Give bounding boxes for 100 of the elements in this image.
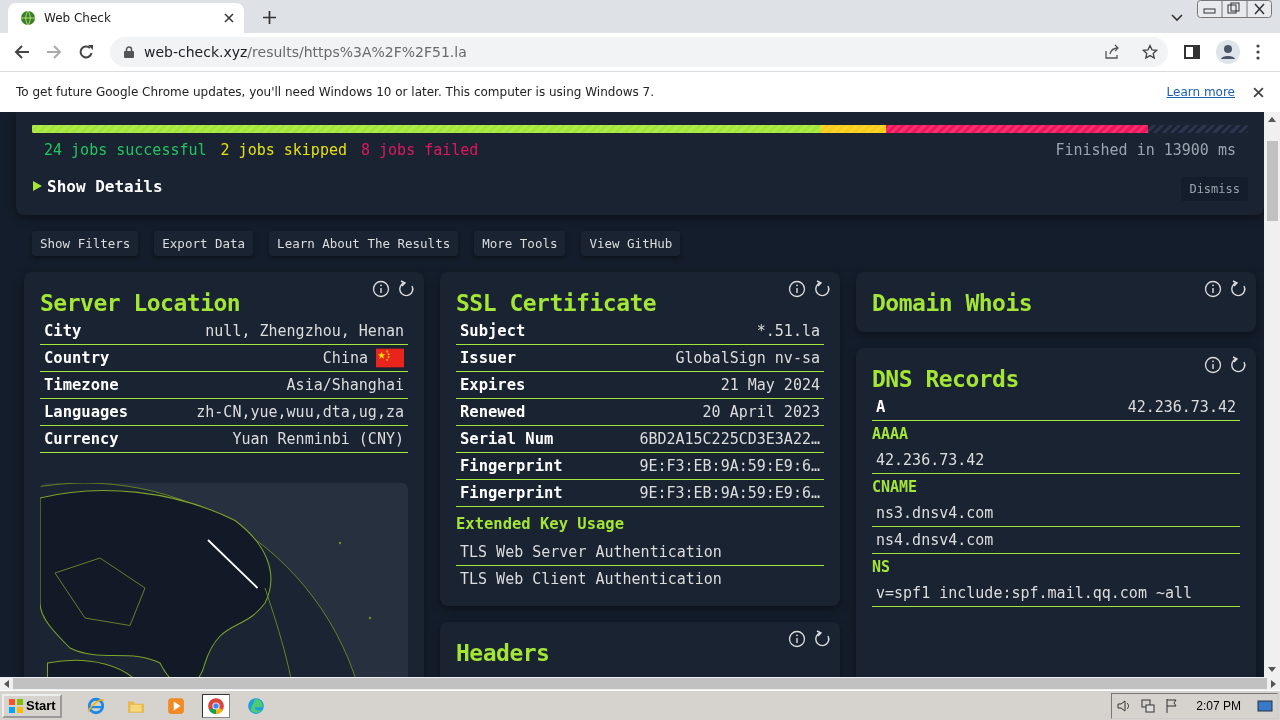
record-value: v=spf1 include:spf.mail.qq.com ~all [876, 584, 1193, 602]
reload-icon[interactable] [78, 44, 94, 60]
window-controls[interactable] [1197, 0, 1272, 18]
info-icon[interactable] [788, 280, 806, 298]
dismiss-button[interactable]: Dismiss [1181, 177, 1248, 201]
plus-icon[interactable] [263, 11, 276, 24]
record-value: ns3.dnsv4.com [876, 504, 994, 522]
row-label: Issuer [460, 349, 517, 367]
record-type: NS [872, 558, 892, 576]
row-label: Fingerprint [460, 484, 564, 502]
row-value: Asia/Shanghai [286, 376, 404, 394]
action-button[interactable]: Show Filters [32, 231, 139, 256]
clock: 2:07 PM [1196, 698, 1241, 713]
refresh-icon[interactable] [814, 630, 832, 648]
info-icon[interactable] [372, 280, 390, 298]
card-title: DNS Records [872, 366, 1020, 392]
job-count: 2 jobs skipped [220, 141, 347, 159]
show-details-toggle[interactable]: Show Details [32, 176, 163, 196]
lock-icon [124, 46, 134, 58]
row-label: Timezone [44, 376, 120, 394]
close-icon[interactable] [224, 13, 234, 23]
globe-icon [20, 10, 36, 26]
windows-logo [8, 697, 24, 714]
row-label: Fingerprint [460, 457, 564, 475]
record-type: CNAME [872, 478, 919, 496]
job-count: 24 jobs successful [44, 141, 207, 159]
row-value: *.51.la [756, 322, 820, 340]
record-type: A [876, 398, 887, 416]
info-icon[interactable] [1204, 280, 1222, 298]
vertical-scrollbar[interactable] [1264, 112, 1280, 677]
chrome-icon [206, 696, 225, 715]
row-label: Languages [44, 403, 129, 421]
row-value: China [322, 349, 368, 367]
close-icon[interactable] [1253, 86, 1264, 98]
chevron-down-icon[interactable] [1171, 14, 1183, 22]
row-value: Yuan Renminbi (CNY) [232, 430, 404, 448]
scroll-left-icon[interactable] [4, 679, 9, 688]
row-value: GlobalSign nv-sa [675, 349, 820, 367]
scroll-up-icon[interactable] [1268, 117, 1276, 122]
record-type: AAAA [872, 425, 910, 443]
browser-e-icon [86, 696, 105, 715]
info-icon[interactable] [1204, 356, 1222, 374]
refresh-icon[interactable] [398, 280, 416, 298]
star-icon[interactable] [1142, 44, 1158, 60]
share-icon[interactable] [1104, 44, 1120, 60]
card-title: Domain Whois [872, 290, 1034, 316]
scroll-right-icon[interactable] [1271, 679, 1276, 688]
action-button[interactable]: Learn About The Results [269, 231, 459, 256]
tab-title: Web Check [44, 11, 112, 25]
refresh-icon[interactable] [1230, 356, 1248, 374]
info-icon[interactable] [788, 630, 806, 648]
horizontal-scrollbar[interactable] [0, 677, 1280, 690]
record-value: ns4.dnsv4.com [876, 531, 994, 549]
row-value: null, Zhengzhou, Henan [205, 322, 404, 340]
record-value: 42.236.73.42 [876, 451, 985, 469]
action-button[interactable]: View GitHub [581, 231, 681, 256]
row-label: Renewed [460, 403, 527, 421]
row-label: Subject [460, 322, 527, 340]
menu-icon[interactable] [1256, 44, 1260, 60]
record-value: 42.236.73.42 [1127, 398, 1236, 416]
row-value: 9E:F3:EB:9A:59:E9:6… [639, 457, 820, 475]
back-icon[interactable] [14, 44, 30, 60]
side-panel-icon[interactable] [1184, 44, 1200, 60]
update-message: To get future Google Chrome updates, you'll need Windows 10 or later. This computer is using Windows 7. [16, 85, 655, 99]
list-item: TLS Web Server Authentication [460, 543, 722, 561]
row-value: 9E:F3:EB:9A:59:E9:6… [639, 484, 820, 502]
scroll-down-icon[interactable] [1268, 667, 1276, 672]
refresh-icon[interactable] [1230, 280, 1248, 298]
browser-tab[interactable]: Web Check [8, 3, 244, 33]
row-label: Expires [460, 376, 527, 394]
row-label: City [44, 322, 83, 340]
row-label: Country [44, 349, 111, 367]
edge-icon [246, 696, 265, 715]
card-title: Server Location [40, 290, 242, 316]
row-value: 6BD2A15C225CD3E3A22… [639, 430, 820, 448]
section-heading: Extended Key Usage [456, 515, 625, 533]
job-count: 8 jobs failed [361, 141, 479, 159]
scroll-thumb[interactable] [1266, 141, 1278, 221]
refresh-icon[interactable] [814, 280, 832, 298]
card-title: SSL Certificate [456, 290, 658, 316]
row-value: 20 April 2023 [702, 403, 820, 421]
url-text: web-check.xyz/results/https%3A%2F%2F51.la [144, 44, 467, 60]
taskbar-app[interactable] [201, 693, 230, 718]
row-value: 21 May 2024 [720, 376, 820, 394]
caret-icon [32, 181, 42, 191]
show-desktop-icon[interactable] [1257, 697, 1273, 714]
profile-icon[interactable] [1216, 40, 1240, 64]
card-title: Headers [456, 640, 551, 666]
action-button[interactable]: Export Data [154, 231, 254, 256]
network-icon[interactable] [1140, 697, 1157, 714]
action-button[interactable]: More Tools [474, 231, 566, 256]
row-label: Serial Num [460, 430, 555, 448]
finished-time: Finished in 13900 ms [1055, 141, 1236, 159]
row-value: zh-CN,yue,wuu,dta,ug,za [196, 403, 404, 421]
learn-more-link[interactable]: Learn more [1166, 85, 1235, 99]
start-button[interactable]: Start [2, 693, 62, 718]
list-item: TLS Web Client Authentication [460, 570, 722, 588]
row-label: Currency [44, 430, 120, 448]
play-icon [166, 696, 185, 715]
address-bar[interactable]: web-check.xyz/results/https%3A%2F%2F51.la [110, 37, 1168, 67]
